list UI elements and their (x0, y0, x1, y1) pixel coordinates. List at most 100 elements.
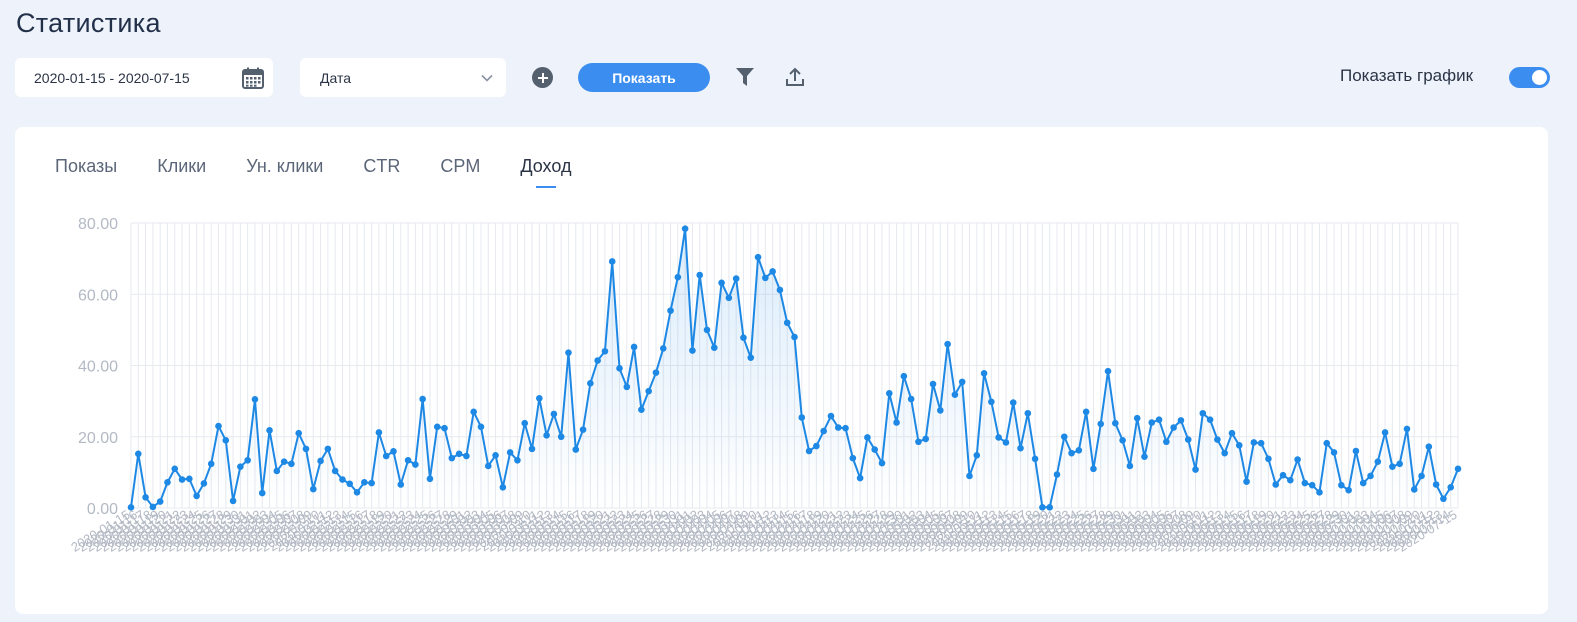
data-point (1119, 437, 1126, 444)
data-point (149, 503, 157, 511)
show-chart-label: Показать график (1340, 66, 1474, 85)
data-point (681, 225, 689, 232)
date-range-picker[interactable]: 2020-01-15 - 2020-07-15 (15, 58, 273, 97)
data-point (929, 380, 937, 388)
data-point (1112, 419, 1119, 427)
data-point (200, 480, 208, 487)
chart-card: Показы Клики Ун. клики CTR CPM Доход 0.0… (15, 127, 1548, 614)
group-by-select[interactable]: Дата (300, 58, 506, 97)
data-point (587, 380, 594, 387)
data-point (426, 475, 434, 483)
revenue-chart: 0.0020.0040.0060.0080.002020-01-152020-0… (68, 216, 1462, 555)
data-point (295, 429, 302, 437)
data-point (1352, 447, 1360, 455)
data-point (1053, 471, 1061, 478)
data-point (1257, 439, 1265, 447)
data-point (499, 484, 507, 491)
data-point (229, 497, 237, 505)
data-point (1432, 481, 1440, 488)
data-point (856, 474, 864, 482)
data-point (164, 479, 171, 486)
data-point (1294, 456, 1301, 463)
data-point (302, 445, 310, 453)
data-point (368, 479, 375, 487)
data-point (1060, 433, 1068, 441)
data-point (1381, 429, 1389, 436)
data-point (1447, 484, 1455, 491)
page-title: Статистика (16, 8, 161, 38)
data-point (973, 451, 981, 459)
data-point (951, 391, 959, 399)
data-point (193, 492, 200, 500)
data-point (1330, 449, 1338, 456)
data-point (1396, 460, 1403, 468)
data-point (244, 456, 251, 464)
data-point (579, 426, 587, 433)
data-point (1235, 442, 1243, 449)
data-point (1440, 495, 1447, 503)
data-point (1367, 472, 1374, 480)
data-point (258, 489, 266, 497)
chevron-down-icon (481, 74, 493, 82)
data-point (1279, 471, 1287, 479)
data-point (186, 475, 193, 483)
data-point (966, 472, 973, 480)
data-point (470, 408, 477, 416)
data-point (1024, 409, 1032, 417)
data-point (740, 334, 747, 342)
data-point (171, 465, 179, 473)
data-point (1206, 416, 1214, 423)
export-icon[interactable] (784, 66, 806, 88)
y-tick-label: 80.00 (78, 216, 118, 233)
data-point (433, 423, 441, 431)
data-point (1075, 446, 1083, 454)
add-filter-button[interactable] (532, 67, 553, 88)
data-point (543, 432, 550, 439)
data-point (463, 452, 470, 460)
data-point (594, 357, 601, 364)
data-point (754, 253, 762, 261)
data-point (1228, 429, 1236, 437)
data-point (134, 450, 142, 458)
data-point (1425, 443, 1433, 451)
filter-icon[interactable] (735, 66, 755, 88)
data-point (1374, 458, 1382, 465)
y-tick-label: 20.00 (78, 430, 118, 447)
data-point (251, 396, 259, 403)
data-point (762, 274, 769, 282)
data-point (659, 345, 667, 352)
data-point (1002, 439, 1010, 446)
data-point (842, 424, 849, 432)
data-point (1345, 486, 1352, 494)
calendar-icon[interactable] (241, 66, 265, 90)
y-tick-label: 60.00 (78, 287, 118, 304)
data-point (747, 354, 755, 361)
data-point (1214, 436, 1221, 443)
show-chart-toggle[interactable] (1509, 67, 1550, 88)
data-point (1243, 478, 1250, 485)
data-point (412, 461, 419, 468)
data-point (1104, 367, 1112, 375)
data-point (1359, 479, 1367, 487)
data-point (1031, 455, 1039, 463)
data-point (871, 446, 879, 453)
data-point (1221, 449, 1228, 457)
data-point (506, 449, 514, 456)
data-point (222, 437, 230, 444)
data-point (1265, 455, 1272, 463)
data-point (1170, 424, 1177, 431)
data-point (207, 460, 215, 468)
data-point (652, 369, 660, 376)
data-point (288, 460, 295, 468)
data-point (718, 279, 725, 287)
data-point (127, 503, 135, 511)
show-button[interactable]: Показать (578, 63, 710, 92)
data-point (536, 394, 543, 402)
toggle-knob (1532, 70, 1547, 85)
data-point (492, 451, 499, 459)
data-point (273, 467, 281, 475)
data-point (1133, 414, 1141, 422)
data-point (142, 494, 149, 501)
data-point (1039, 503, 1046, 511)
data-point (1250, 439, 1258, 446)
